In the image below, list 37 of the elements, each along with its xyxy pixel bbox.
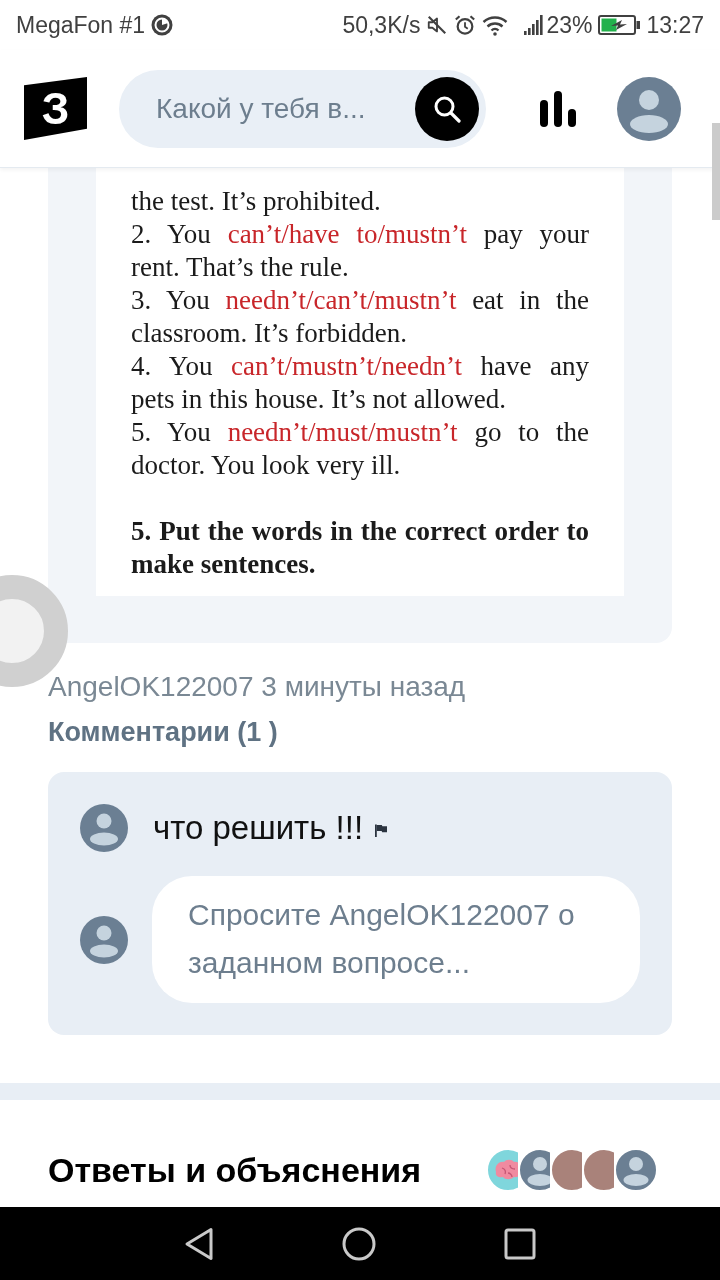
alarm-icon [454,14,477,36]
back-icon[interactable] [184,1226,214,1261]
battery-percentage: 23% [546,12,593,38]
signal-icon [524,15,545,35]
document-paragraph: the test. It’s prohibited. [131,184,382,218]
flag-icon[interactable] [374,823,389,837]
document-heading: 5. Put the words in the correct order to make sentences. [131,514,589,581]
author-and-time: AngelOK122007 3 минуты назад [48,671,467,703]
clock-time: 13:27 [646,12,704,38]
comment-input[interactable]: Спросите AngelOK122007 о заданном вопросе... [152,876,640,1003]
avatar-icon[interactable] [614,1148,658,1192]
carrier-name: MegaFon #1 [16,12,146,38]
photo-placeholder[interactable] [550,1148,582,1192]
search-bar[interactable]: Какой у тебя в... [119,69,486,148]
battery-icon [598,15,641,35]
logo[interactable]: З [24,77,87,140]
document-paragraph: 2. You can’t/have to/mustn’t pay your rent. That’s the rule. [131,217,589,284]
comment-text: что решить !!! [153,809,364,847]
timer-icon [151,14,174,36]
avatar-icon [80,804,128,852]
document-paragraph: 3. You needn’t/can’t/mustn’t eat in the classroom. It’s forbidden. [131,283,589,350]
search-button[interactable] [415,76,479,141]
recents-icon[interactable] [504,1227,536,1260]
photo-placeholder[interactable] [582,1148,614,1192]
home-icon[interactable] [342,1226,376,1261]
document-paragraph: 5. You needn’t/must/mustn’t go to the doctor. You look very ill. [131,415,589,482]
avatar-icon [80,915,128,964]
answers-heading: Ответы и объяснения [48,1150,422,1191]
comments-heading: Комментарии (1 ) [48,716,278,748]
document-paragraph: 4. You can’t/mustn’t/needn’t have any pets in this house. It’s not allowed. [131,349,589,416]
mute-icon [426,14,449,36]
wifi-icon [482,14,509,36]
bar-chart-icon[interactable] [540,90,576,127]
profile-avatar-icon[interactable] [617,76,681,141]
search-icon [433,94,461,123]
network-speed: 50,3K/s [342,12,421,38]
search-field[interactable]: Какой у тебя в... [156,88,415,129]
